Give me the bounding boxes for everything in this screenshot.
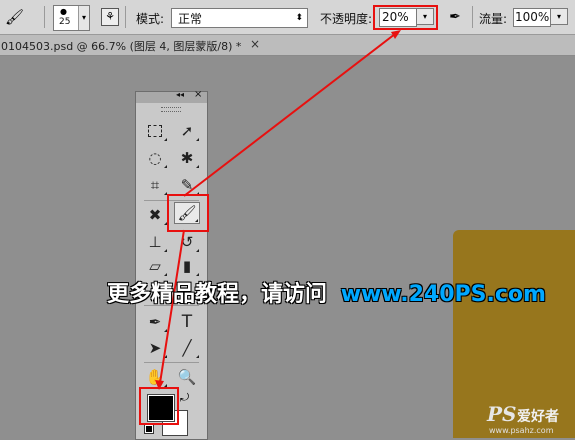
options-bar: 🖌▾ ● 25 ▾ ⚘ 模式: 正常 ⬍ 不透明度: 20% ▾ ✒ 流量: 1… xyxy=(0,0,575,42)
logo-mark: PS xyxy=(487,402,517,426)
tools-panel-header[interactable]: ◂◂ × xyxy=(136,89,207,103)
panel-grip[interactable] xyxy=(161,107,181,112)
mode-select[interactable]: 正常 ⬍ xyxy=(171,8,308,28)
healing-brush-tool-icon[interactable]: ✖ xyxy=(142,204,168,226)
pen-tool-icon[interactable]: ✒ xyxy=(142,311,168,333)
default-colors-icon[interactable] xyxy=(144,424,154,434)
site-logo: PS 爱好者 www.psahz.com xyxy=(487,402,575,438)
watermark-text: 更多精品教程，请访问 www.240PS.com xyxy=(107,276,546,308)
chevron-down-icon[interactable]: ▾ xyxy=(78,6,89,30)
eyedropper-tool-icon[interactable]: ✎ xyxy=(174,174,200,196)
mode-value: 正常 xyxy=(178,12,203,26)
marquee-tool-icon[interactable] xyxy=(142,120,168,142)
close-icon[interactable]: × xyxy=(194,89,202,100)
document-tab-bar: 0104503.psd @ 66.7% (图层 4, 图层蒙版/8) * × xyxy=(0,35,575,56)
flow-value: 100% xyxy=(515,10,550,24)
separator xyxy=(125,6,126,28)
brush-tip-icon: ● xyxy=(60,7,67,16)
brush-tool-highlight xyxy=(167,194,209,232)
zoom-tool-icon[interactable]: 🔍 xyxy=(174,366,200,388)
crop-tool-icon[interactable]: ⌗ xyxy=(142,174,168,196)
separator xyxy=(44,6,45,28)
magic-wand-tool-icon[interactable]: ✱ xyxy=(174,147,200,169)
lasso-tool-icon[interactable]: ◌ xyxy=(142,147,168,169)
watermark-cn: 更多精品教程，请访问 xyxy=(107,282,328,307)
pressure-opacity-icon[interactable]: ✒ xyxy=(446,8,464,26)
history-brush-tool-icon[interactable]: ↺ xyxy=(174,231,200,253)
opacity-label: 不透明度: xyxy=(320,12,373,26)
foreground-color-highlight xyxy=(139,387,179,425)
logo-url: www.psahz.com xyxy=(489,426,554,435)
eraser-tool-icon[interactable]: ▱ xyxy=(142,255,168,277)
mode-label: 模式: xyxy=(136,12,165,26)
clone-stamp-tool-icon[interactable]: ⊥ xyxy=(142,231,168,253)
move-tool-icon[interactable]: ➚ xyxy=(174,120,200,142)
swap-colors-icon[interactable]: ⤾ xyxy=(180,391,189,405)
flow-label: 流量: xyxy=(479,12,508,26)
flow-field[interactable]: 100% xyxy=(513,8,551,27)
gradient-tool-icon[interactable]: ▮ xyxy=(174,255,200,277)
document-tab-title[interactable]: 0104503.psd @ 66.7% (图层 4, 图层蒙版/8) * xyxy=(1,38,241,54)
brush-size-value: 25 xyxy=(59,17,71,27)
close-icon[interactable]: × xyxy=(250,37,260,51)
type-tool-icon[interactable]: T xyxy=(174,311,200,333)
watermark-url: www.240PS.com xyxy=(340,282,546,307)
brush-picker[interactable]: ● 25 ▾ xyxy=(53,5,90,31)
separator xyxy=(144,362,199,363)
separator xyxy=(472,6,473,28)
hand-tool-icon[interactable]: ✋ xyxy=(142,366,168,388)
logo-name: 爱好者 xyxy=(517,409,559,425)
brush-panel-toggle-icon[interactable]: ⚘ xyxy=(101,8,119,26)
select-arrows-icon: ⬍ xyxy=(295,13,303,23)
opacity-highlight xyxy=(373,5,438,30)
path-selection-tool-icon[interactable]: ➤ xyxy=(142,337,168,359)
line-tool-icon[interactable]: ╱ xyxy=(174,337,200,359)
collapse-icon[interactable]: ◂◂ xyxy=(176,90,184,99)
brush-tool-preset-icon[interactable]: 🖌▾ xyxy=(5,8,27,42)
flow-dropdown-button[interactable]: ▾ xyxy=(550,8,568,25)
